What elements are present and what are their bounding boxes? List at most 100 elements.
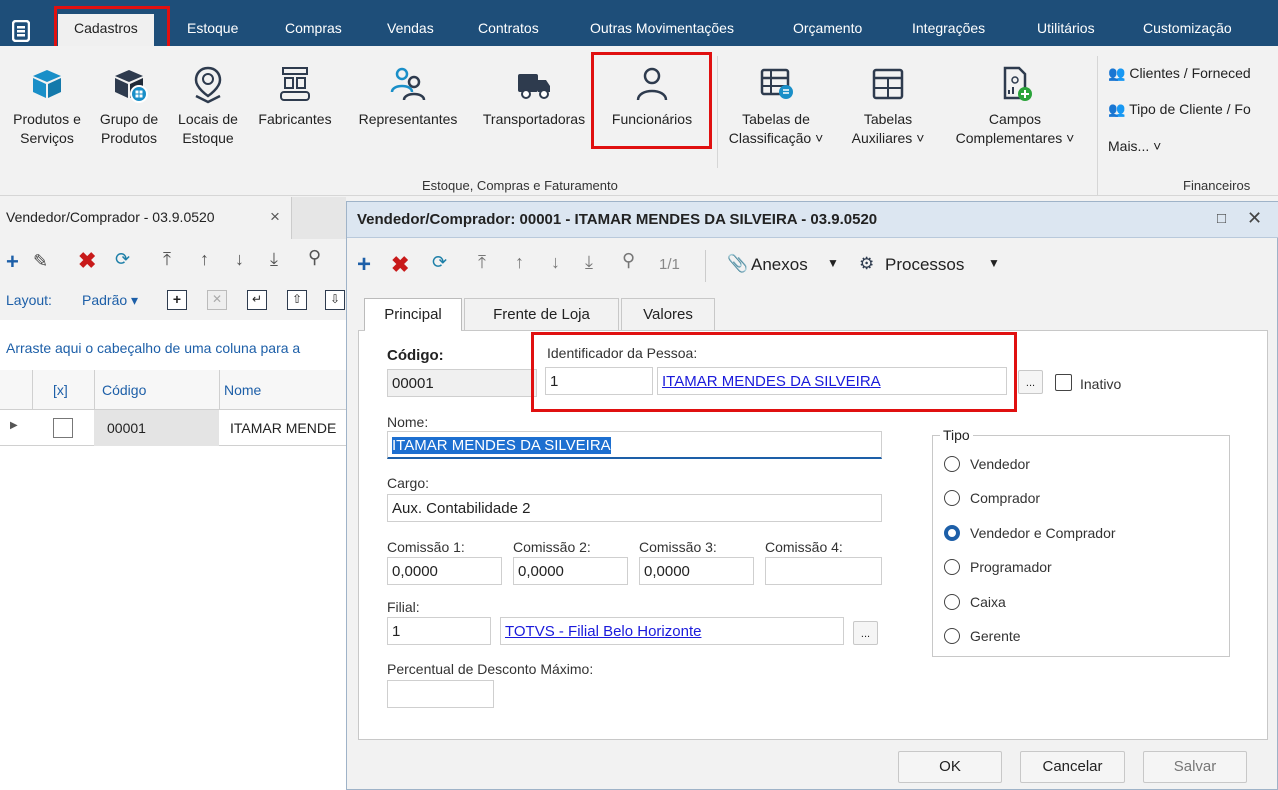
filial-name[interactable]: TOTVS - Filial Belo Horizonte bbox=[505, 623, 701, 640]
app-menu-icon[interactable] bbox=[11, 19, 32, 43]
grid-header-check[interactable]: [x] bbox=[53, 382, 68, 398]
radio-gerente-label[interactable]: Gerente bbox=[970, 628, 1021, 644]
ribbon-grupo-produtos-button[interactable]: Grupo de Produtos bbox=[92, 64, 166, 148]
ribbon-tipo-cliente-button[interactable]: 👥 Tipo de Cliente / Fo bbox=[1108, 100, 1251, 119]
add-icon[interactable]: + bbox=[357, 251, 371, 279]
next-record-icon[interactable]: ↓ bbox=[235, 249, 244, 270]
radio-comprador-label[interactable]: Comprador bbox=[970, 490, 1040, 506]
menu-vendas[interactable]: Vendas bbox=[387, 20, 434, 36]
first-record-icon[interactable]: ⤒ bbox=[163, 249, 171, 270]
comissao-2-input[interactable]: 0,0000 bbox=[513, 557, 628, 585]
ribbon-campos-complementares-button[interactable]: Campos Complementares ˅ bbox=[942, 64, 1088, 148]
dialog-titlebar: Vendedor/Comprador: 00001 - ITAMAR MENDE… bbox=[347, 202, 1278, 238]
layout-remove-icon[interactable]: ✕ bbox=[207, 290, 227, 310]
comissao-3-input[interactable]: 0,0000 bbox=[639, 557, 754, 585]
menu-utilitarios[interactable]: Utilitários bbox=[1037, 20, 1095, 36]
menu-integracoes[interactable]: Integrações bbox=[912, 20, 985, 36]
radio-caixa[interactable] bbox=[944, 594, 960, 610]
salvar-button[interactable]: Salvar bbox=[1143, 751, 1247, 783]
left-tab[interactable]: Vendedor/Comprador - 03.9.0520 × bbox=[0, 197, 292, 239]
menu-outras-movimentacoes[interactable]: Outras Movimentações bbox=[590, 20, 734, 36]
last-record-icon[interactable]: ⤓ bbox=[270, 249, 278, 270]
row-checkbox[interactable] bbox=[53, 418, 73, 438]
delete-icon[interactable]: ✖ bbox=[78, 248, 96, 274]
chevron-down-icon[interactable]: ▼ bbox=[827, 256, 839, 270]
users-icon: 👥 bbox=[1108, 101, 1126, 117]
desconto-input[interactable] bbox=[387, 680, 494, 708]
radio-vendedor-e-comprador-label[interactable]: Vendedor e Comprador bbox=[970, 525, 1116, 541]
refresh-icon[interactable]: ⟳ bbox=[432, 252, 447, 273]
next-record-icon[interactable]: ↓ bbox=[551, 252, 560, 273]
filial-name-link[interactable]: TOTVS - Filial Belo Horizonte bbox=[500, 617, 844, 645]
filial-lookup-button[interactable]: ... bbox=[853, 621, 878, 645]
previous-record-icon[interactable]: ↑ bbox=[200, 249, 209, 270]
identificador-lookup-button[interactable]: ... bbox=[1018, 370, 1043, 394]
radio-vendedor[interactable] bbox=[944, 456, 960, 472]
layout-add-icon[interactable]: + bbox=[167, 290, 187, 310]
ribbon-group-label: Estoque, Compras e Faturamento bbox=[422, 178, 618, 193]
menu-customizacao[interactable]: Customização bbox=[1143, 20, 1232, 36]
comissao-4-input[interactable] bbox=[765, 557, 882, 585]
box-icon bbox=[33, 70, 61, 98]
menu-estoque[interactable]: Estoque bbox=[187, 20, 238, 36]
ribbon-mais-button[interactable]: Mais... ˅ bbox=[1108, 137, 1161, 156]
ribbon-tabelas-auxiliares-button[interactable]: Tabelas Auxiliares ˅ bbox=[836, 64, 940, 148]
radio-gerente[interactable] bbox=[944, 628, 960, 644]
delete-icon[interactable]: ✖ bbox=[391, 252, 409, 278]
ribbon-separator bbox=[717, 56, 718, 168]
group-panel[interactable]: Arraste aqui o cabeçalho de uma coluna p… bbox=[0, 320, 346, 370]
layout-download-icon[interactable]: ⇩ bbox=[325, 290, 345, 310]
radio-vendedor-label[interactable]: Vendedor bbox=[970, 456, 1030, 472]
previous-record-icon[interactable]: ↑ bbox=[515, 252, 524, 273]
layout-upload-icon[interactable]: ⇧ bbox=[287, 290, 307, 310]
codigo-field: 00001 bbox=[387, 369, 537, 397]
menu-compras[interactable]: Compras bbox=[285, 20, 342, 36]
edit-icon[interactable]: ✎ bbox=[33, 251, 48, 272]
layout-save-icon[interactable]: ↵ bbox=[247, 290, 267, 310]
search-icon[interactable]: ⚲ bbox=[622, 250, 635, 271]
comissao-3-label: Comissão 3: bbox=[639, 539, 717, 555]
ribbon-locais-estoque-button[interactable]: Locais de Estoque bbox=[170, 64, 246, 148]
first-record-icon[interactable]: ⤒ bbox=[478, 252, 486, 273]
truck-icon bbox=[518, 74, 550, 99]
menu-orcamento[interactable]: Orçamento bbox=[793, 20, 862, 36]
refresh-icon[interactable]: ⟳ bbox=[115, 249, 130, 270]
menu-contratos[interactable]: Contratos bbox=[478, 20, 539, 36]
last-record-icon[interactable]: ⤓ bbox=[585, 252, 593, 273]
layout-dropdown[interactable]: Padrão ▾ bbox=[82, 292, 138, 309]
highlight-box-funcionarios bbox=[591, 52, 712, 149]
grid-header-nome[interactable]: Nome bbox=[224, 382, 261, 398]
tab-frente-de-loja[interactable]: Frente de Loja bbox=[464, 298, 619, 330]
ribbon-tabelas-classificacao-button[interactable]: Tabelas de Classificação ˅ bbox=[720, 64, 832, 148]
close-icon[interactable]: × bbox=[270, 207, 280, 227]
radio-comprador[interactable] bbox=[944, 490, 960, 506]
radio-vendedor-e-comprador[interactable] bbox=[944, 525, 960, 541]
table-row[interactable]: ▶ 00001 ITAMAR MENDE bbox=[0, 410, 346, 446]
ribbon-produtos-servicos-button[interactable]: Produtos e Serviços bbox=[6, 64, 88, 148]
inativo-checkbox[interactable] bbox=[1055, 374, 1072, 391]
nome-input[interactable]: ITAMAR MENDES DA SILVEIRA bbox=[387, 431, 882, 459]
processos-button[interactable]: Processos bbox=[885, 255, 964, 275]
maximize-icon[interactable]: □ bbox=[1217, 210, 1226, 227]
ribbon-representantes-button[interactable]: Representantes bbox=[346, 64, 470, 129]
ribbon-fabricantes-button[interactable]: Fabricantes bbox=[250, 64, 340, 129]
ok-button[interactable]: OK bbox=[898, 751, 1002, 783]
filial-input[interactable]: 1 bbox=[387, 617, 491, 645]
radio-programador-label[interactable]: Programador bbox=[970, 559, 1052, 575]
close-icon[interactable]: ✕ bbox=[1247, 208, 1262, 229]
ribbon-clientes-fornecedores-button[interactable]: 👥 Clientes / Forneced bbox=[1108, 64, 1251, 83]
add-icon[interactable]: + bbox=[6, 249, 19, 275]
chevron-down-icon[interactable]: ▼ bbox=[988, 256, 1000, 270]
comissao-1-input[interactable]: 0,0000 bbox=[387, 557, 502, 585]
radio-programador[interactable] bbox=[944, 559, 960, 575]
ribbon-label: Tipo de Cliente / Fo bbox=[1129, 101, 1251, 117]
anexos-button[interactable]: Anexos bbox=[751, 255, 808, 275]
tab-valores[interactable]: Valores bbox=[621, 298, 715, 330]
cargo-input[interactable]: Aux. Contabilidade 2 bbox=[387, 494, 882, 522]
search-icon[interactable]: ⚲ bbox=[308, 247, 321, 268]
grid-header-codigo[interactable]: Código bbox=[102, 382, 146, 398]
toolbar-separator bbox=[705, 250, 706, 282]
radio-caixa-label[interactable]: Caixa bbox=[970, 594, 1006, 610]
cancelar-button[interactable]: Cancelar bbox=[1020, 751, 1125, 783]
ribbon-transportadoras-button[interactable]: Transportadoras bbox=[474, 64, 594, 129]
